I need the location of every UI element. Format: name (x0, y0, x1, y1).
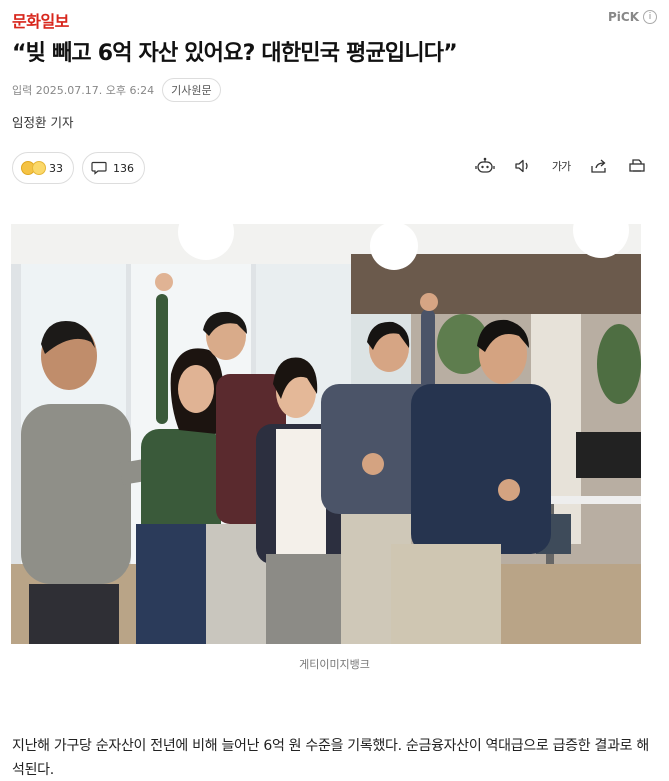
publisher-logo[interactable]: 문화일보 (12, 8, 69, 32)
pick-label: PiCK (607, 10, 639, 24)
speech-bubble-icon (91, 161, 107, 175)
comment-button[interactable]: 136 (82, 152, 145, 184)
article-body: 지난해 가구당 순자산이 전년에 비해 늘어난 6억 원 수준을 기록했다. 순… (12, 738, 649, 778)
text-size-button[interactable]: 가가 (551, 156, 571, 176)
text-size-label: 가가 (551, 160, 571, 173)
original-article-button[interactable]: 기사원문 (162, 78, 221, 102)
share-icon (591, 159, 606, 173)
comment-count: 136 (113, 161, 134, 175)
emoji-reaction-icon (21, 161, 46, 175)
reporter-name[interactable]: 임정환 기자 (12, 112, 73, 131)
article-header: 문화일보 PiCK i (12, 6, 657, 32)
robot-summary-icon (475, 157, 495, 173)
info-icon[interactable]: i (643, 10, 657, 24)
reaction-button[interactable]: 33 (12, 152, 74, 184)
photo-caption: 게티이미지뱅크 (299, 658, 370, 671)
audio-button[interactable] (513, 156, 533, 176)
print-button[interactable] (627, 156, 647, 176)
article-toolbar: 가가 (475, 156, 647, 176)
print-icon (629, 159, 645, 172)
reaction-count: 33 (49, 161, 63, 175)
article-dateline: 입력 2025.07.17. 오후 6:24 기사원문 (12, 78, 221, 102)
speaker-icon (515, 159, 528, 173)
summary-button[interactable] (475, 156, 495, 176)
engagement-bar: 33 136 (12, 152, 145, 184)
article-title: “빚 빼고 6억 자산 있어요? 대한민국 평균입니다” (12, 41, 458, 66)
article-photo[interactable] (11, 224, 641, 644)
published-date: 입력 2025.07.17. 오후 6:24 (12, 84, 155, 97)
office-celebration-illustration (11, 224, 641, 644)
pick-badge[interactable]: PiCK i (608, 10, 657, 24)
share-button[interactable] (589, 156, 609, 176)
